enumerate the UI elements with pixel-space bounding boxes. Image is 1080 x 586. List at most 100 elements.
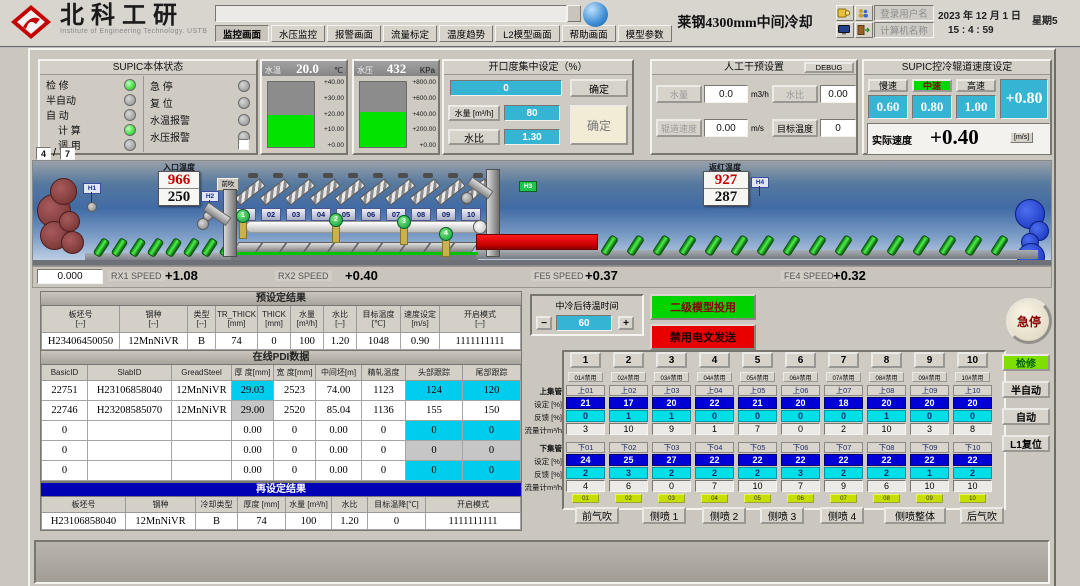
bottom-button-侧喷 1[interactable]: 侧喷 1 xyxy=(642,507,686,524)
valve-disable-button-06#禁用[interactable]: 06#禁用 xyxy=(783,372,818,382)
valve-group-button-2[interactable]: 2 xyxy=(613,352,644,368)
lower-set-1[interactable]: 24 xyxy=(566,454,605,466)
valve-bottom-button-10[interactable]: 10 xyxy=(959,494,986,503)
speed-mode-value-中速[interactable]: 0.80 xyxy=(912,95,952,119)
lower-set-10[interactable]: 22 xyxy=(953,454,992,466)
address-field[interactable] xyxy=(215,5,567,22)
valve-bottom-button-03[interactable]: 03 xyxy=(658,494,685,503)
side-button-自动[interactable]: 自动 xyxy=(1002,408,1050,425)
valve-bottom-button-06[interactable]: 06 xyxy=(787,494,814,503)
opening-value-input[interactable]: 0 xyxy=(450,80,562,96)
wait-time-minus-button[interactable]: − xyxy=(536,316,552,330)
tab-温度趋势[interactable]: 温度趋势 xyxy=(439,25,493,42)
side-button-检修[interactable]: 检修 xyxy=(1002,354,1050,371)
model-button-禁用电文发送[interactable]: 禁用电文发送 xyxy=(650,324,756,350)
valve-bottom-button-04[interactable]: 04 xyxy=(701,494,728,503)
valve-group-button-9[interactable]: 9 xyxy=(914,352,945,368)
opening-confirm-button[interactable]: 确定 xyxy=(570,79,628,97)
lower-set-8[interactable]: 22 xyxy=(867,454,906,466)
tab-L2模型画面[interactable]: L2模型画面 xyxy=(495,25,560,42)
valve-group-button-10[interactable]: 10 xyxy=(957,352,988,368)
lower-set-9[interactable]: 22 xyxy=(910,454,949,466)
manual-btn-水比[interactable]: 水比 xyxy=(772,85,818,103)
exit-door-icon[interactable] xyxy=(855,22,873,38)
valve-disable-button-04#禁用[interactable]: 04#禁用 xyxy=(697,372,732,382)
login-key-icon[interactable] xyxy=(836,5,854,21)
upper-set-9[interactable]: 20 xyxy=(910,397,949,409)
water-ratio-input[interactable]: 1.30 xyxy=(504,129,560,145)
speed-mode-value-慢速[interactable]: 0.60 xyxy=(868,95,908,119)
speed-mode-高速[interactable]: 高速 xyxy=(956,79,996,92)
bottom-button-侧喷 4[interactable]: 侧喷 4 xyxy=(820,507,864,524)
valve-disable-button-05#禁用[interactable]: 05#禁用 xyxy=(740,372,775,382)
valve-bottom-button-07[interactable]: 07 xyxy=(830,494,857,503)
bottom-button-后气吹[interactable]: 后气吹 xyxy=(960,507,1004,524)
upper-set-4[interactable]: 22 xyxy=(695,397,734,409)
emergency-stop-button[interactable]: 急停 xyxy=(1006,298,1052,344)
tab-帮助画面[interactable]: 帮助画面 xyxy=(562,25,616,42)
valve-bottom-button-01[interactable]: 01 xyxy=(572,494,599,503)
valve-disable-button-02#禁用[interactable]: 02#禁用 xyxy=(611,372,646,382)
water-amount-button[interactable]: 水量 [m³/h] xyxy=(448,105,500,121)
valve-group-button-4[interactable]: 4 xyxy=(699,352,730,368)
valve-group-button-5[interactable]: 5 xyxy=(742,352,773,368)
bottom-button-侧喷 2[interactable]: 侧喷 2 xyxy=(702,507,746,524)
lower-set-7[interactable]: 22 xyxy=(824,454,863,466)
valve-bottom-button-09[interactable]: 09 xyxy=(916,494,943,503)
upper-set-6[interactable]: 20 xyxy=(781,397,820,409)
bottom-button-侧喷 3[interactable]: 侧喷 3 xyxy=(760,507,804,524)
side-button-L1复位[interactable]: L1复位 xyxy=(1002,435,1050,452)
valve-group-button-7[interactable]: 7 xyxy=(828,352,859,368)
side-button-半自动[interactable]: 半自动 xyxy=(1002,381,1050,398)
upper-set-2[interactable]: 17 xyxy=(609,397,648,409)
tab-报警画面[interactable]: 报警画面 xyxy=(327,25,381,42)
pager-right-box[interactable]: 7 xyxy=(60,147,75,160)
model-button-二级模型投用[interactable]: 二级模型投用 xyxy=(650,294,756,320)
valve-bottom-button-08[interactable]: 08 xyxy=(873,494,900,503)
address-field-button[interactable] xyxy=(567,5,581,22)
manual-btn-辊道速度[interactable]: 辊道速度 xyxy=(656,119,702,137)
valve-disable-button-01#禁用[interactable]: 01#禁用 xyxy=(568,372,603,382)
tab-水压监控[interactable]: 水压监控 xyxy=(271,25,325,42)
valve-disable-button-08#禁用[interactable]: 08#禁用 xyxy=(869,372,904,382)
upper-set-7[interactable]: 18 xyxy=(824,397,863,409)
upper-set-1[interactable]: 21 xyxy=(566,397,605,409)
water-ratio-button[interactable]: 水比 xyxy=(448,129,500,145)
debug-button[interactable]: DEBUG xyxy=(804,62,854,73)
speed-mode-慢速[interactable]: 慢速 xyxy=(868,79,908,92)
pager-left-box[interactable]: 4 xyxy=(36,147,51,160)
valve-disable-button-03#禁用[interactable]: 03#禁用 xyxy=(654,372,689,382)
valve-disable-button-09#禁用[interactable]: 09#禁用 xyxy=(912,372,947,382)
lower-set-2[interactable]: 25 xyxy=(609,454,648,466)
valve-bottom-button-02[interactable]: 02 xyxy=(615,494,642,503)
users-icon[interactable] xyxy=(855,5,873,21)
wait-time-value[interactable]: 60 xyxy=(556,315,612,331)
valve-group-button-3[interactable]: 3 xyxy=(656,352,687,368)
bottom-button-侧喷整体[interactable]: 侧喷整体 xyxy=(884,507,946,524)
valve-group-button-6[interactable]: 6 xyxy=(785,352,816,368)
upper-set-5[interactable]: 21 xyxy=(738,397,777,409)
lower-set-3[interactable]: 27 xyxy=(652,454,691,466)
computer-icon[interactable] xyxy=(836,22,854,38)
manual-btn-目标温度[interactable]: 目标温度 xyxy=(772,119,818,137)
water-amount-input[interactable]: 80 xyxy=(504,105,560,121)
computer-name-field[interactable]: 计算机名称 xyxy=(874,22,934,38)
valve-bottom-button-05[interactable]: 05 xyxy=(744,494,771,503)
upper-set-10[interactable]: 20 xyxy=(953,397,992,409)
valve-disable-button-07#禁用[interactable]: 07#禁用 xyxy=(826,372,861,382)
bottom-button-前气吹[interactable]: 前气吹 xyxy=(575,507,619,524)
speed-mode-value-高速[interactable]: 1.00 xyxy=(956,95,996,119)
lower-set-4[interactable]: 22 xyxy=(695,454,734,466)
tab-监控画面[interactable]: 监控画面 xyxy=(215,25,269,42)
tab-流量标定[interactable]: 流量标定 xyxy=(383,25,437,42)
valve-group-button-8[interactable]: 8 xyxy=(871,352,902,368)
login-username-field[interactable]: 登录用户名 xyxy=(874,5,934,21)
wait-time-plus-button[interactable]: + xyxy=(618,316,634,330)
upper-set-8[interactable]: 20 xyxy=(867,397,906,409)
speed-mode-中速[interactable]: 中速 xyxy=(912,79,952,92)
valve-disable-button-10#禁用[interactable]: 10#禁用 xyxy=(955,372,990,382)
lower-set-5[interactable]: 22 xyxy=(738,454,777,466)
manual-btn-水量[interactable]: 水量 xyxy=(656,85,702,103)
upper-set-3[interactable]: 20 xyxy=(652,397,691,409)
valve-group-button-1[interactable]: 1 xyxy=(570,352,601,368)
